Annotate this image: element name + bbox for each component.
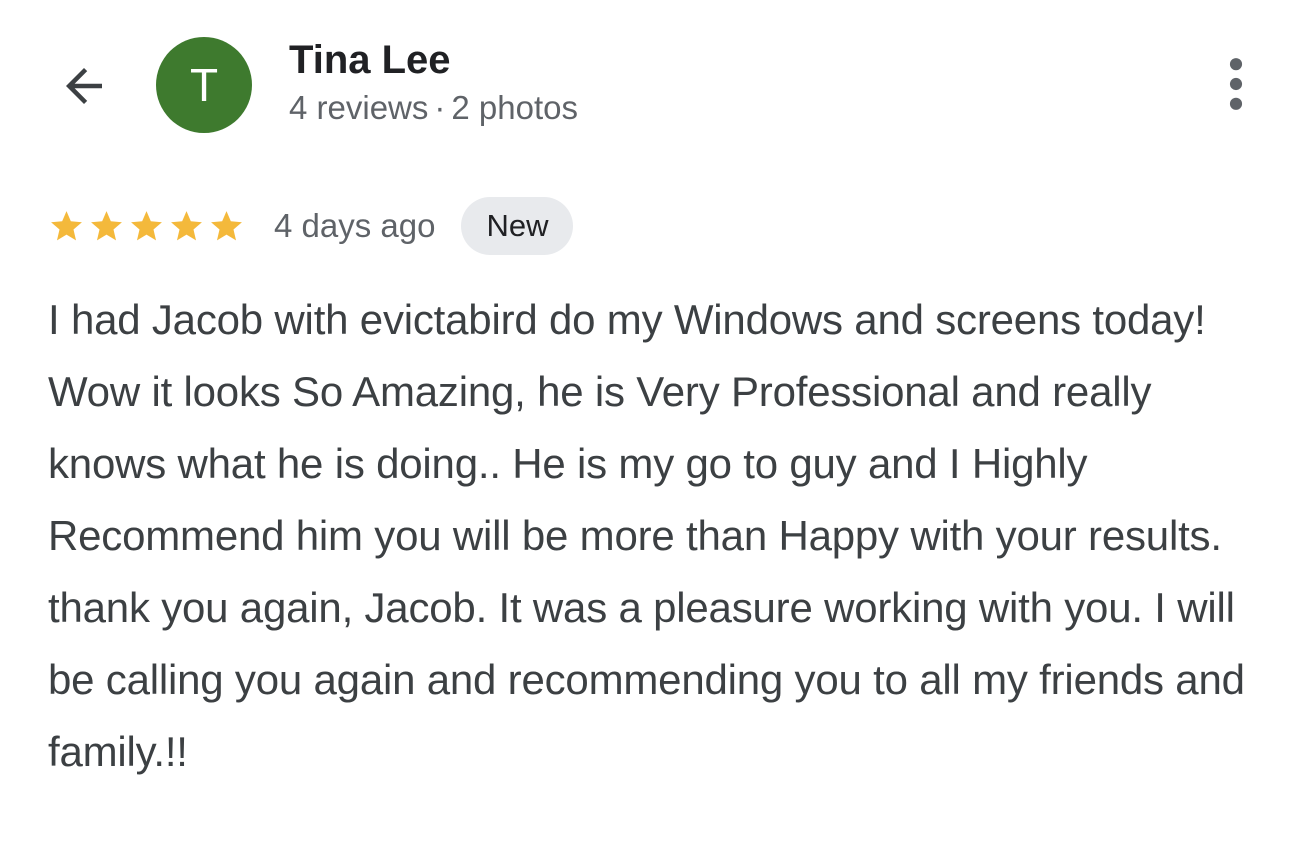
more-vertical-icon xyxy=(1229,58,1243,110)
review-text: I had Jacob with evictabird do my Window… xyxy=(48,296,1245,775)
star-icon xyxy=(171,210,202,240)
arrow-left-icon xyxy=(66,68,102,104)
avatar[interactable]: T xyxy=(156,37,252,133)
reviews-count: 4 reviews xyxy=(289,89,429,126)
star-icon xyxy=(51,210,82,240)
reviewer-meta: 4 reviews · 2 photos xyxy=(289,89,578,127)
more-options-button[interactable] xyxy=(1212,54,1260,114)
photos-count: 2 photos xyxy=(451,89,578,126)
avatar-initial: T xyxy=(189,59,219,111)
star-icon xyxy=(91,210,122,240)
rating-row: 4 days ago New xyxy=(48,196,574,256)
back-button[interactable] xyxy=(54,56,114,116)
star-rating xyxy=(48,208,248,245)
star-icon xyxy=(211,210,242,240)
reviewer-name[interactable]: Tina Lee xyxy=(289,38,451,83)
new-badge: New xyxy=(461,197,574,255)
star-icon xyxy=(131,210,162,240)
meta-separator: · xyxy=(434,89,446,126)
review-time: 4 days ago xyxy=(274,207,436,244)
